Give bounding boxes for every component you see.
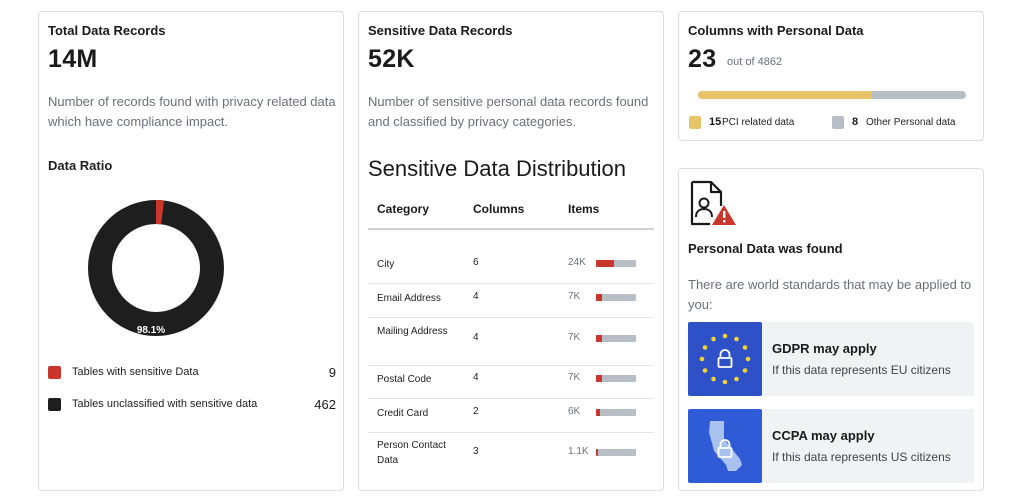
legend-count-other: 8 — [852, 116, 859, 128]
row-columns: 4 — [473, 372, 479, 383]
row-bar-fill — [596, 449, 598, 456]
gdpr-subtitle: If this data represents EU citizens — [772, 363, 951, 377]
row-items: 7K — [568, 372, 581, 383]
total-records-value: 14M — [48, 45, 98, 73]
legend-row-sensitive: Tables with sensitive Data 9 — [48, 365, 336, 381]
table-row: Email Address 4 7K — [368, 284, 654, 318]
row-columns: 6 — [473, 257, 479, 268]
row-bar — [596, 409, 636, 416]
legend-count-sensitive: 9 — [328, 365, 336, 380]
legend-label-other: Other Personal data — [866, 117, 956, 128]
row-bar — [596, 335, 636, 342]
header-category: Category — [377, 202, 430, 216]
legend-swatch-other — [832, 116, 844, 129]
row-bar — [596, 260, 636, 267]
total-records-card: Total Data Records 14M Number of records… — [38, 11, 344, 491]
personal-data-found-title: Personal Data was found — [688, 241, 843, 256]
sensitive-records-description: Number of sensitive personal data record… — [368, 94, 649, 129]
row-category: Email Address — [377, 293, 441, 304]
donut-percent-label: 98.1% — [137, 325, 165, 336]
document-warning-icon — [690, 180, 736, 226]
legend-count-pci: 15 — [709, 116, 722, 128]
row-category: Mailing Address — [377, 326, 448, 337]
donut-unclassified-segment — [88, 200, 224, 336]
personal-columns-value: 23 — [688, 45, 717, 73]
row-items: 7K — [568, 332, 581, 343]
legend-swatch-sensitive — [48, 366, 61, 379]
row-bar-fill — [596, 335, 602, 342]
sensitive-records-card: Sensitive Data Records 52K Number of sen… — [358, 11, 664, 491]
ccpa-subtitle: If this data represents US citizens — [772, 450, 951, 464]
legend-count-unclassified: 462 — [314, 397, 336, 412]
pci-bar-fill — [698, 91, 873, 99]
row-bar-fill — [596, 375, 602, 382]
row-bar-fill — [596, 260, 615, 267]
data-ratio-donut-chart: 98.1% — [88, 200, 224, 336]
header-columns: Columns — [473, 202, 525, 216]
eu-flag-lock-icon — [688, 322, 762, 396]
table-row: Person Contact Data 3 1.1K — [368, 433, 654, 479]
table-row: City 6 24K — [368, 230, 654, 284]
table-row: Credit Card 2 6K — [368, 399, 654, 433]
personal-columns-total: out of 4862 — [727, 56, 783, 68]
ccpa-card[interactable]: CCPA may apply If this data represents U… — [688, 409, 974, 483]
row-items: 7K — [568, 291, 581, 302]
row-bar — [596, 294, 636, 301]
legend-row-unclassified: Tables unclassified with sensitive data … — [48, 397, 336, 413]
row-columns: 3 — [473, 446, 479, 457]
legend-label-pci: PCI related data — [722, 117, 795, 128]
row-bar-fill — [596, 294, 602, 301]
row-category: City — [377, 259, 395, 270]
row-columns: 4 — [473, 291, 479, 302]
legend-label-unclassified: Tables unclassified with sensitive data — [72, 398, 258, 410]
sensitive-records-value: 52K — [368, 45, 415, 73]
row-category: Postal Code — [377, 374, 432, 385]
row-items: 1.1K — [568, 446, 589, 457]
row-bar — [596, 449, 636, 456]
gdpr-card[interactable]: GDPR may apply If this data represents E… — [688, 322, 974, 396]
ccpa-title: CCPA may apply — [772, 428, 875, 443]
legend-swatch-pci — [689, 116, 701, 129]
gdpr-title: GDPR may apply — [772, 341, 877, 356]
sensitive-records-title: Sensitive Data Records — [368, 23, 513, 38]
total-records-description: Number of records found with privacy rel… — [48, 94, 336, 129]
personal-columns-title: Columns with Personal Data — [688, 23, 864, 38]
table-row: Mailing Address 4 7K — [368, 318, 654, 366]
personal-columns-bar — [698, 91, 966, 99]
legend-label-sensitive: Tables with sensitive Data — [72, 366, 199, 378]
legend-swatch-unclassified — [48, 398, 61, 411]
california-lock-icon — [688, 409, 762, 483]
row-bar — [596, 375, 636, 382]
row-columns: 2 — [473, 406, 479, 417]
row-items: 24K — [568, 257, 586, 268]
row-columns: 4 — [473, 332, 479, 343]
row-bar-fill — [596, 409, 601, 416]
row-category: Person Contact Data — [377, 440, 446, 466]
data-ratio-title: Data Ratio — [48, 158, 113, 173]
personal-data-found-description: There are world standards that may be ap… — [688, 277, 972, 312]
header-items: Items — [568, 202, 600, 216]
row-items: 6K — [568, 406, 581, 417]
distribution-title: Sensitive Data Distribution — [368, 156, 627, 181]
total-records-title: Total Data Records — [48, 23, 166, 38]
personal-data-found-card: Personal Data was found There are world … — [678, 168, 984, 491]
row-category: Credit Card — [377, 408, 429, 419]
table-row: Postal Code 4 7K — [368, 366, 654, 399]
personal-columns-card: Columns with Personal Data 23 out of 486… — [678, 11, 984, 141]
